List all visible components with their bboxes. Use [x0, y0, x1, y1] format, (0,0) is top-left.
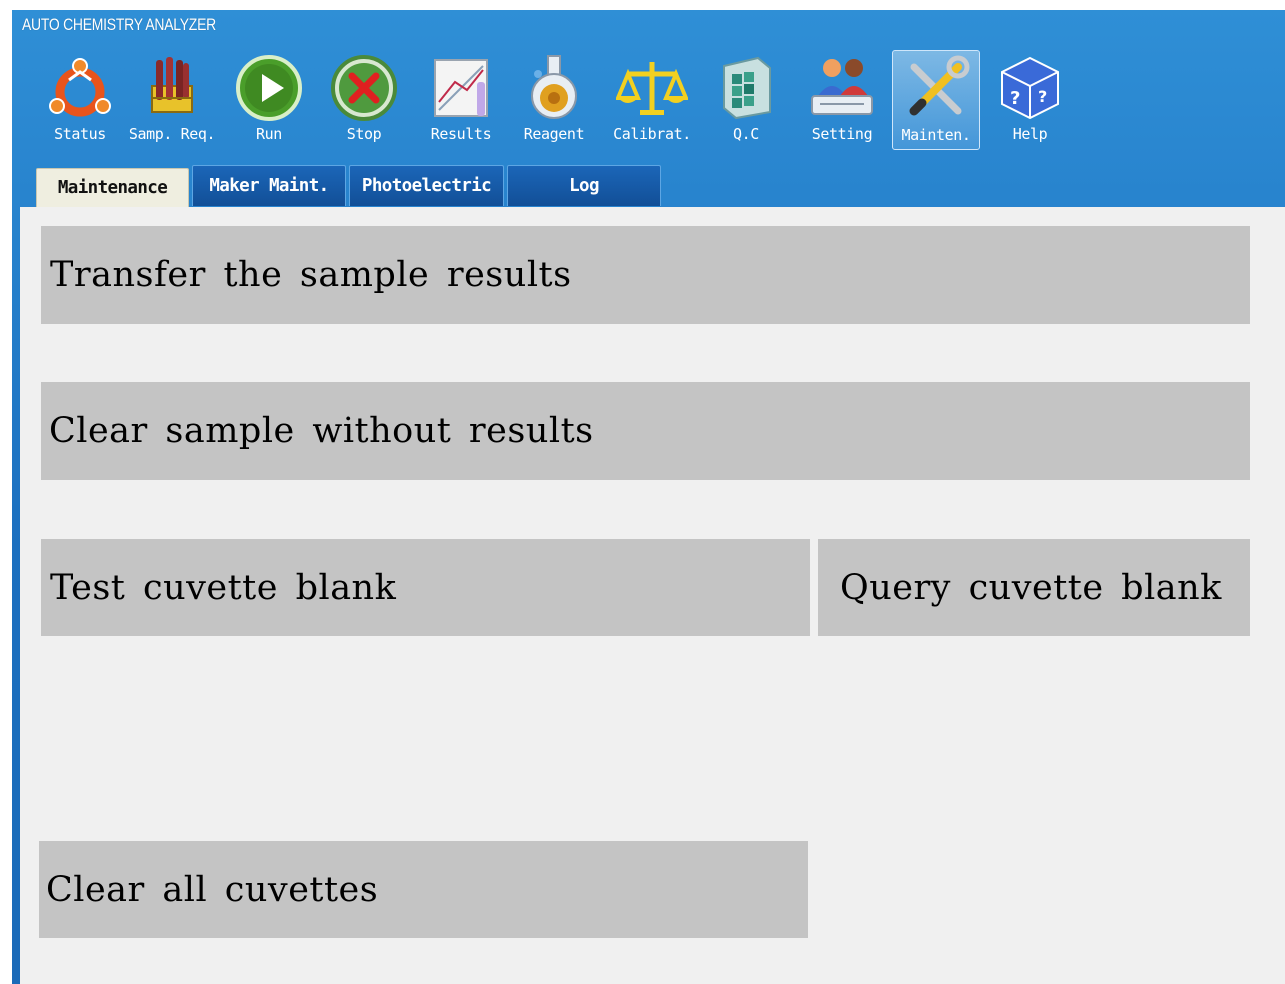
- toolbar-label: Results: [430, 125, 492, 143]
- toolbar-label: Stop: [346, 125, 382, 143]
- toolbar-label: Setting: [811, 125, 873, 143]
- toolbar-label: Help: [1012, 125, 1048, 143]
- app-window: AUTO CHEMISTRY ANALYZER Status Samp. Req…: [12, 10, 1285, 984]
- flask-icon: [531, 55, 577, 119]
- toolbar-maintenance-button[interactable]: Mainten.: [892, 50, 980, 150]
- test-cuvette-blank-button[interactable]: Test cuvette blank: [41, 539, 810, 636]
- tab-log[interactable]: Log: [507, 165, 661, 206]
- users-setting-icon: [811, 59, 873, 115]
- play-icon: [236, 55, 302, 121]
- toolbar-run-button[interactable]: Run: [225, 48, 313, 152]
- toolbar-label: Q.C: [733, 125, 759, 143]
- toolbar-label: Samp. Req.: [128, 125, 216, 143]
- tab-photoelectric[interactable]: Photoelectric: [349, 165, 504, 206]
- toolbar-sample-request-button[interactable]: Samp. Req.: [128, 48, 216, 152]
- toolbar-qc-button[interactable]: Q.C: [702, 48, 790, 152]
- clear-all-cuvettes-button[interactable]: Clear all cuvettes: [39, 841, 808, 938]
- main-toolbar: Status Samp. Req. Run Stop Results Reage…: [12, 48, 1285, 152]
- svg-text:?: ?: [1038, 87, 1047, 106]
- toolbar-label: Reagent: [523, 125, 585, 143]
- balance-scale-icon: [616, 62, 688, 115]
- status-icon: [49, 58, 111, 117]
- sample-tubes-icon: [151, 57, 193, 113]
- tab-maker-maint[interactable]: Maker Maint.: [192, 165, 346, 206]
- tab-maintenance[interactable]: Maintenance: [36, 168, 189, 207]
- clear-sample-without-results-button[interactable]: Clear sample without results: [41, 382, 1250, 480]
- help-cube-icon: ? ?: [1001, 56, 1059, 120]
- toolbar-label: Run: [256, 125, 282, 143]
- qc-cube-icon: [723, 56, 771, 120]
- toolbar-reagent-button[interactable]: Reagent: [510, 48, 598, 152]
- toolbar-label: Calibrat.: [613, 125, 691, 143]
- toolbar-help-button[interactable]: ? ? Help: [986, 48, 1074, 152]
- toolbar-label: Mainten.: [901, 126, 971, 144]
- query-cuvette-blank-button[interactable]: Query cuvette blank: [818, 539, 1250, 636]
- toolbar-status-button[interactable]: Status: [36, 48, 124, 152]
- toolbar-label: Status: [54, 125, 106, 143]
- transfer-sample-results-button[interactable]: Transfer the sample results: [41, 226, 1250, 324]
- window-title: AUTO CHEMISTRY ANALYZER: [22, 15, 216, 34]
- tools-icon: [909, 55, 970, 116]
- toolbar-calibration-button[interactable]: Calibrat.: [608, 48, 696, 152]
- toolbar-stop-button[interactable]: Stop: [320, 48, 408, 152]
- svg-text:?: ?: [1010, 88, 1020, 109]
- tab-bar: Maintenance Maker Maint. Photoelectric L…: [12, 165, 1285, 207]
- results-chart-icon: [434, 59, 488, 117]
- toolbar-results-button[interactable]: Results: [417, 48, 505, 152]
- stop-icon: [331, 55, 397, 121]
- toolbar-setting-button[interactable]: Setting: [798, 48, 886, 152]
- maintenance-panel: Transfer the sample results Clear sample…: [20, 207, 1285, 984]
